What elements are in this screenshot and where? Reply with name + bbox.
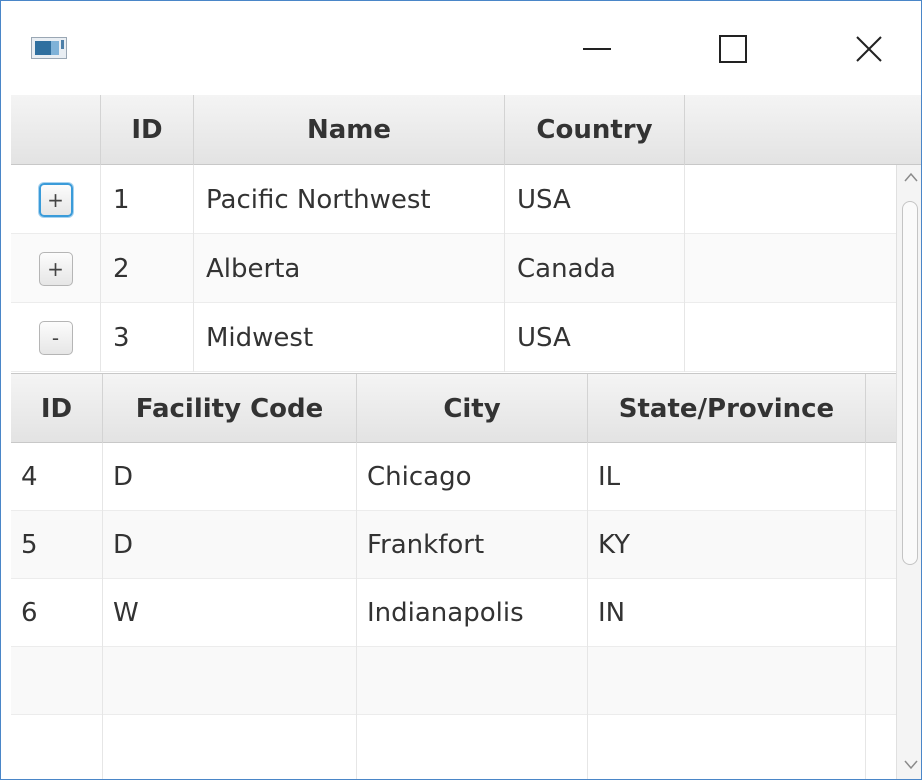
expander-cell: + xyxy=(11,165,101,234)
cell-id: 2 xyxy=(101,234,194,303)
scroll-up-arrow-icon[interactable] xyxy=(903,169,919,183)
table-row[interactable]: - 3 Midwest USA xyxy=(11,303,896,372)
empty-cell xyxy=(103,647,357,715)
scrollbar-thumb[interactable] xyxy=(902,201,918,565)
expander-cell: - xyxy=(11,303,101,372)
empty-table-row xyxy=(11,715,896,779)
facilities-subtable: ID Facility Code City State/Province 4 D… xyxy=(11,373,896,779)
cell-facility-code: D xyxy=(103,511,357,579)
cell-facility-id: 5 xyxy=(11,511,103,579)
cell-city: Frankfort xyxy=(357,511,588,579)
empty-cell xyxy=(588,715,866,779)
empty-cell xyxy=(11,647,103,715)
column-header-id[interactable]: ID xyxy=(101,95,194,165)
cell-city: Indianapolis xyxy=(357,579,588,647)
table-row[interactable]: + 1 Pacific Northwest USA xyxy=(11,165,896,234)
minimize-icon xyxy=(582,34,612,68)
app-window-icon xyxy=(31,37,67,59)
empty-cell xyxy=(588,647,866,715)
table-row[interactable]: 6 W Indianapolis IN xyxy=(11,579,896,647)
expand-row-button[interactable]: + xyxy=(38,251,73,286)
application-window: ID Name Country + 1 Pacific Northwest US… xyxy=(0,0,922,780)
filler-column-header xyxy=(685,95,921,165)
cell-country: USA xyxy=(505,165,685,234)
cell-state: IL xyxy=(588,443,866,511)
empty-cell xyxy=(357,647,588,715)
column-header-state-province[interactable]: State/Province xyxy=(588,374,866,443)
column-header-country[interactable]: Country xyxy=(505,95,685,165)
cell-name: Alberta xyxy=(194,234,505,303)
cell-country: Canada xyxy=(505,234,685,303)
cell-facility-code: D xyxy=(103,443,357,511)
table-row[interactable]: 4 D Chicago IL xyxy=(11,443,896,511)
cell-country: USA xyxy=(505,303,685,372)
column-header-facility-code[interactable]: Facility Code xyxy=(103,374,357,443)
cell-name: Pacific Northwest xyxy=(194,165,505,234)
cell-facility-id: 6 xyxy=(11,579,103,647)
empty-cell xyxy=(357,715,588,779)
maximize-icon xyxy=(718,34,748,68)
cell-state: KY xyxy=(588,511,866,579)
cell-state: IN xyxy=(588,579,866,647)
table-row[interactable]: 5 D Frankfort KY xyxy=(11,511,896,579)
expand-row-button[interactable]: + xyxy=(38,182,73,217)
scroll-down-arrow-icon[interactable] xyxy=(903,757,919,771)
empty-cell xyxy=(11,715,103,779)
title-bar[interactable] xyxy=(1,1,921,94)
cell-name: Midwest xyxy=(194,303,505,372)
vertical-scrollbar[interactable] xyxy=(896,165,921,779)
cell-facility-id: 4 xyxy=(11,443,103,511)
cell-facility-code: W xyxy=(103,579,357,647)
cell-id: 1 xyxy=(101,165,194,234)
table-row[interactable]: + 2 Alberta Canada xyxy=(11,234,896,303)
collapse-row-button[interactable]: - xyxy=(38,320,73,355)
minimize-button[interactable] xyxy=(567,23,627,79)
cell-id: 3 xyxy=(101,303,194,372)
close-button[interactable] xyxy=(839,23,899,79)
facilities-table-header: ID Facility Code City State/Province xyxy=(11,374,896,443)
close-icon xyxy=(854,34,884,68)
empty-table-row xyxy=(11,647,896,715)
empty-cell xyxy=(103,715,357,779)
regions-table: ID Name Country + 1 Pacific Northwest US… xyxy=(11,95,921,779)
expander-cell: + xyxy=(11,234,101,303)
column-header-city[interactable]: City xyxy=(357,374,588,443)
column-header-facility-id[interactable]: ID xyxy=(11,374,103,443)
cell-city: Chicago xyxy=(357,443,588,511)
expander-column-header[interactable] xyxy=(11,95,101,165)
regions-table-header: ID Name Country xyxy=(11,95,921,165)
maximize-button[interactable] xyxy=(703,23,763,79)
column-header-name[interactable]: Name xyxy=(194,95,505,165)
